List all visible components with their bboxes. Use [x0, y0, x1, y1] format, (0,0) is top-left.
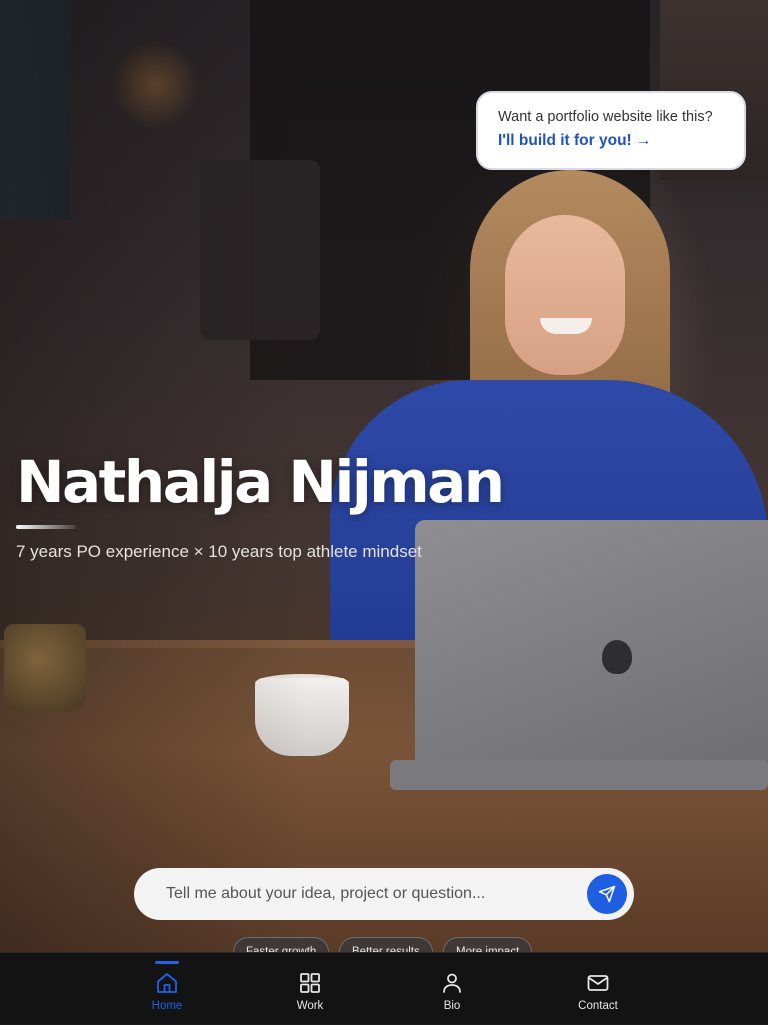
chip-better-results[interactable]: Better results	[339, 937, 433, 952]
bottom-nav: Home Work Bio Contact	[0, 952, 768, 1024]
home-icon	[157, 973, 177, 993]
name-underline	[16, 525, 76, 529]
nav-item-home[interactable]: Home	[122, 953, 212, 1025]
mail-icon	[587, 975, 609, 991]
suggestion-chips: Faster growth Better results More impact	[0, 937, 768, 952]
send-button[interactable]	[587, 874, 627, 914]
nav-label-bio: Bio	[443, 1000, 461, 1012]
promo-cta-link[interactable]: I'll build it for you! →	[498, 132, 744, 150]
nav-label-home: Home	[151, 1000, 183, 1012]
nav-item-contact[interactable]: Contact	[553, 953, 643, 1025]
hero-tagline: 7 years PO experience × 10 years top ath…	[16, 542, 422, 561]
paper-plane-icon	[598, 885, 616, 903]
promo-question: Want a portfolio website like this?	[498, 109, 713, 125]
chat-bar	[134, 868, 634, 920]
nav-label-work: Work	[296, 1000, 324, 1012]
grid-icon	[300, 973, 320, 993]
nav-item-bio[interactable]: Bio	[407, 953, 497, 1025]
active-indicator	[155, 961, 179, 964]
nav-item-work[interactable]: Work	[265, 953, 355, 1025]
chip-faster-growth[interactable]: Faster growth	[233, 937, 330, 952]
chip-more-impact[interactable]: More impact	[443, 937, 533, 952]
user-icon	[443, 973, 461, 993]
promo-bubble[interactable]: Want a portfolio website like this? I'll…	[476, 91, 746, 170]
hero-name: Nathalja Nijman	[16, 448, 505, 516]
nav-label-contact: Contact	[578, 1000, 618, 1012]
chat-input[interactable]	[164, 884, 587, 904]
